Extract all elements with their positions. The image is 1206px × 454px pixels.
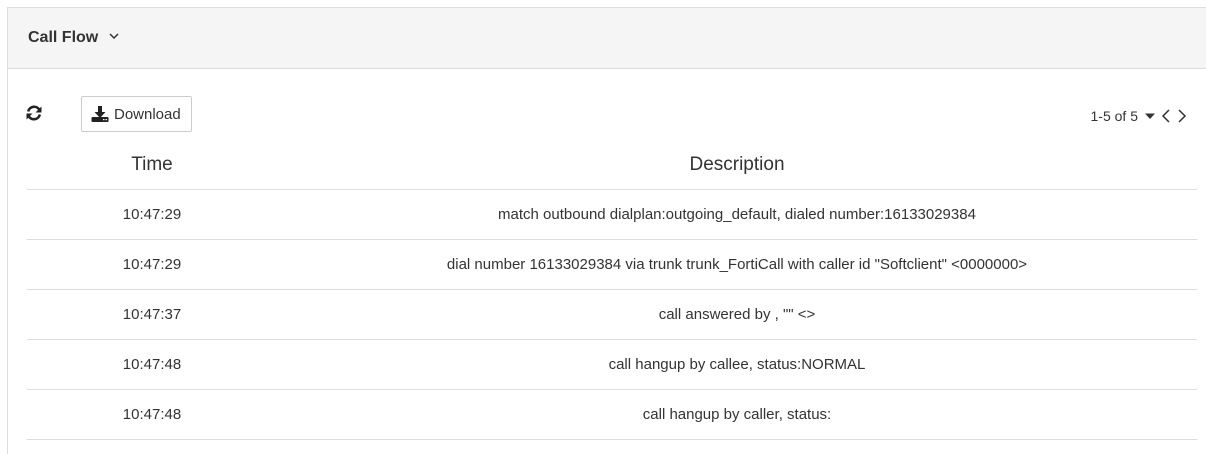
caret-down-icon[interactable] (1144, 110, 1156, 122)
cell-time: 10:47:37 (27, 289, 277, 340)
cell-description: match outbound dialplan:outgoing_default… (277, 189, 1197, 240)
chevron-left-icon[interactable] (1160, 108, 1172, 124)
panel-header[interactable]: Call Flow (8, 8, 1206, 69)
table-row[interactable]: 10:47:48 call hangup by callee, status:N… (27, 339, 1197, 390)
call-flow-table: Time Description 10:47:29 match outbound… (27, 141, 1197, 440)
table-row[interactable]: 10:47:29 dial number 16133029384 via tru… (27, 239, 1197, 290)
cell-time: 10:47:29 (27, 189, 277, 240)
download-button[interactable]: Download (81, 96, 192, 132)
cell-time: 10:47:48 (27, 389, 277, 440)
column-header-description[interactable]: Description (277, 141, 1197, 190)
cell-description: call answered by , "" <> (277, 289, 1197, 340)
cell-time: 10:47:48 (27, 339, 277, 390)
cell-description: dial number 16133029384 via trunk trunk_… (277, 239, 1197, 290)
pager: 1-5 of 5 (1091, 108, 1188, 124)
chevron-down-icon[interactable] (108, 30, 120, 42)
table-row[interactable]: 10:47:48 call hangup by caller, status: (27, 389, 1197, 440)
cell-description: call hangup by callee, status:NORMAL (277, 339, 1197, 390)
chevron-right-icon[interactable] (1176, 108, 1188, 124)
table-row[interactable]: 10:47:29 match outbound dialplan:outgoin… (27, 189, 1197, 240)
panel-title: Call Flow (28, 29, 99, 46)
cell-time: 10:47:29 (27, 239, 277, 290)
pager-range: 1-5 of 5 (1090, 108, 1138, 124)
table-header-row: Time Description (27, 141, 1197, 190)
download-label: Download (114, 105, 181, 123)
toolbar: Download 1-5 of 5 (8, 94, 1206, 134)
refresh-icon[interactable] (25, 104, 43, 122)
table-row[interactable]: 10:47:37 call answered by , "" <> (27, 289, 1197, 340)
call-flow-panel: Call Flow Download 1-5 of 5 Time Descrip… (7, 7, 1206, 454)
column-header-time[interactable]: Time (27, 141, 277, 190)
cell-description: call hangup by caller, status: (277, 389, 1197, 440)
download-icon (91, 106, 109, 122)
